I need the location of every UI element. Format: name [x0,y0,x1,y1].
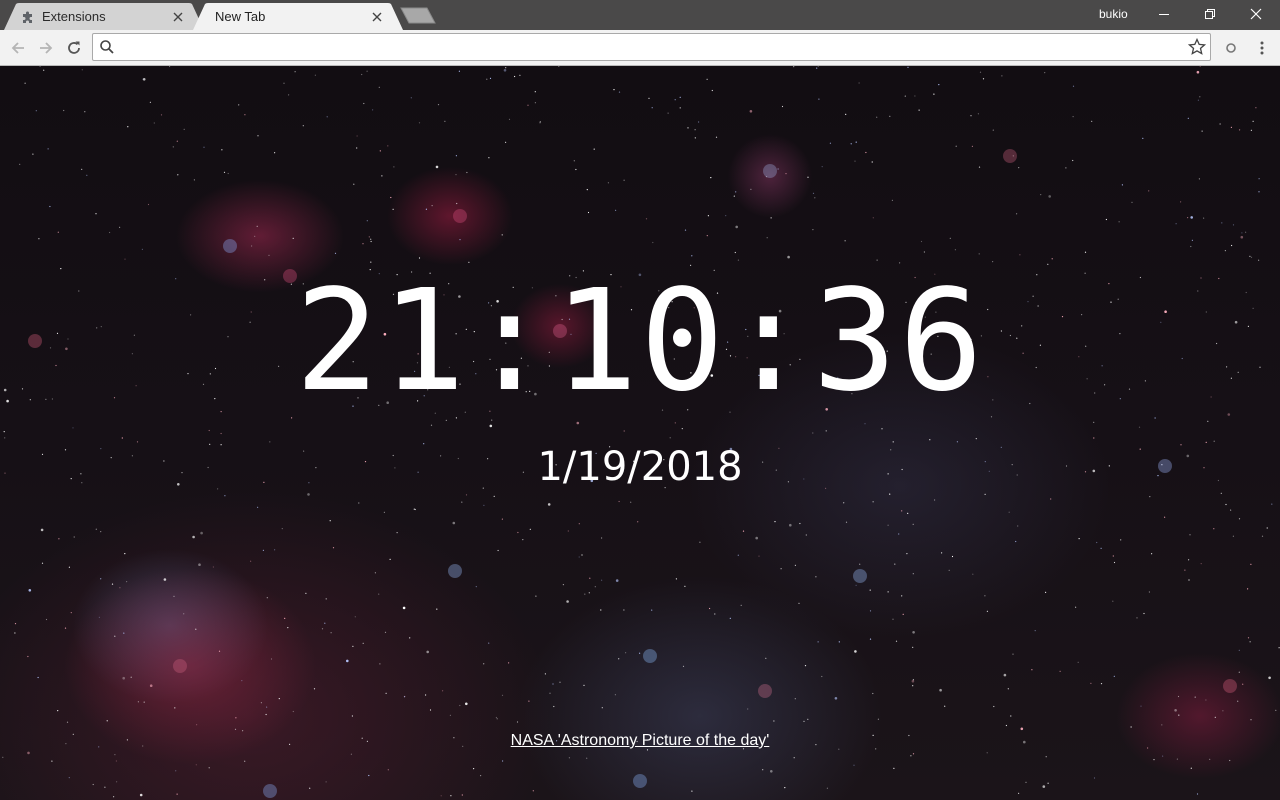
tab-extensions[interactable]: Extensions [4,3,204,30]
arrow-left-icon [11,42,24,54]
arrow-right-icon [40,42,53,54]
reload-icon [68,41,80,54]
extension-icon [1226,43,1236,53]
clock-time: 21:10:36 [294,260,986,423]
tab-title: Extensions [42,9,106,24]
restore-icon [1205,9,1215,19]
minimize-icon [1159,14,1169,15]
image-credit: NASA 'Astronomy Picture of the day' [0,732,1280,750]
new-tab-button[interactable] [400,7,436,24]
forward-button[interactable] [34,36,58,60]
back-button[interactable] [6,36,30,60]
menu-button[interactable] [1250,36,1274,60]
clock-date: 1/19/2018 [537,444,743,490]
toolbar [0,30,1280,66]
address-bar[interactable] [92,33,1211,61]
profile-name[interactable]: bukio [1099,7,1128,21]
star-icon[interactable] [1188,38,1206,56]
reload-button[interactable] [62,36,86,60]
browser-window: Extensions New Tab bukio 21:10:36 1/19/2… [0,0,1280,800]
close-window-button[interactable] [1233,0,1279,28]
new-tab-page: 21:10:36 1/19/2018 NASA 'Astronomy Pictu… [0,66,1280,800]
puzzle-icon [20,9,36,25]
close-icon[interactable] [369,9,385,25]
tab-strip: Extensions New Tab bukio [0,0,1280,30]
tab-title: New Tab [215,9,266,24]
close-icon[interactable] [170,9,186,25]
restore-button[interactable] [1187,0,1233,28]
extension-button[interactable] [1219,36,1243,60]
search-icon [100,40,114,54]
address-input[interactable] [121,36,1175,60]
minimize-button[interactable] [1141,0,1187,28]
close-icon [1250,8,1262,20]
credit-link[interactable]: NASA 'Astronomy Picture of the day' [511,732,770,749]
background-image [2,66,1280,798]
more-vert-icon [1260,41,1264,55]
tab-new-tab[interactable]: New Tab [193,3,403,30]
